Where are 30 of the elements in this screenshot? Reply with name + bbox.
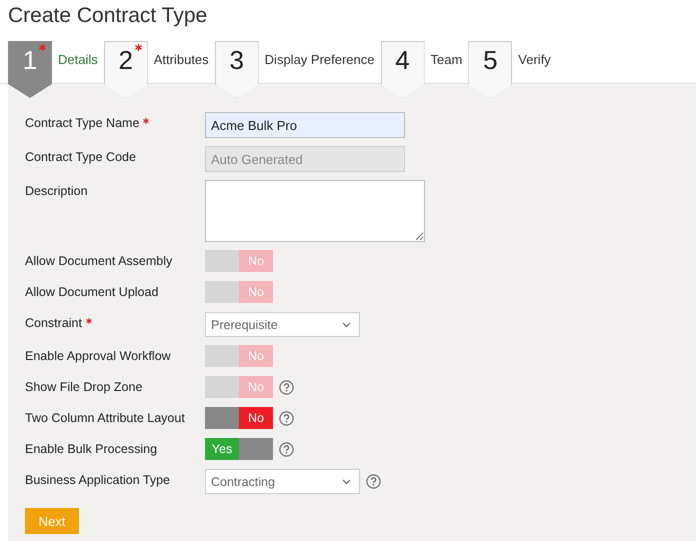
chevron-down-icon: [342, 478, 351, 484]
help-icon[interactable]: [279, 411, 294, 426]
step-label[interactable]: Display Preference: [258, 41, 380, 67]
step-label[interactable]: Details: [52, 41, 104, 67]
field-label: Contract Type Code: [25, 150, 136, 164]
required-asterisk-icon: [39, 44, 46, 51]
field-label: Enable Approval Workflow: [25, 349, 171, 363]
field-label: Constraint: [25, 316, 82, 330]
help-icon[interactable]: [366, 474, 381, 489]
dropdown[interactable]: Prerequisite: [205, 312, 360, 337]
field-label: Allow Document Assembly: [25, 254, 172, 268]
chevron-down-icon: [342, 322, 351, 328]
required-asterisk-icon: [134, 44, 142, 51]
page-title: Create Contract Type: [7, 3, 208, 29]
field-label: Business Application Type: [25, 473, 170, 487]
field-label: Contract Type Name: [25, 116, 140, 130]
field-label: Description: [25, 184, 88, 198]
required-asterisk-icon: [143, 118, 150, 124]
field-label: Allow Document Upload: [25, 285, 158, 299]
text-field[interactable]: Acme Bulk Pro: [205, 112, 405, 138]
dropdown[interactable]: Contracting: [205, 469, 360, 494]
required-asterisk-icon: [86, 318, 92, 324]
step-label[interactable]: Attributes: [148, 41, 215, 67]
description-field[interactable]: [205, 180, 425, 242]
step-label[interactable]: Verify: [512, 41, 557, 67]
field-label: Two Column Attribute Layout: [25, 411, 185, 425]
field-label: Show File Drop Zone: [25, 380, 142, 394]
field-label: Enable Bulk Processing: [25, 442, 158, 456]
help-icon[interactable]: [279, 442, 294, 457]
step-label[interactable]: Team: [424, 41, 468, 67]
